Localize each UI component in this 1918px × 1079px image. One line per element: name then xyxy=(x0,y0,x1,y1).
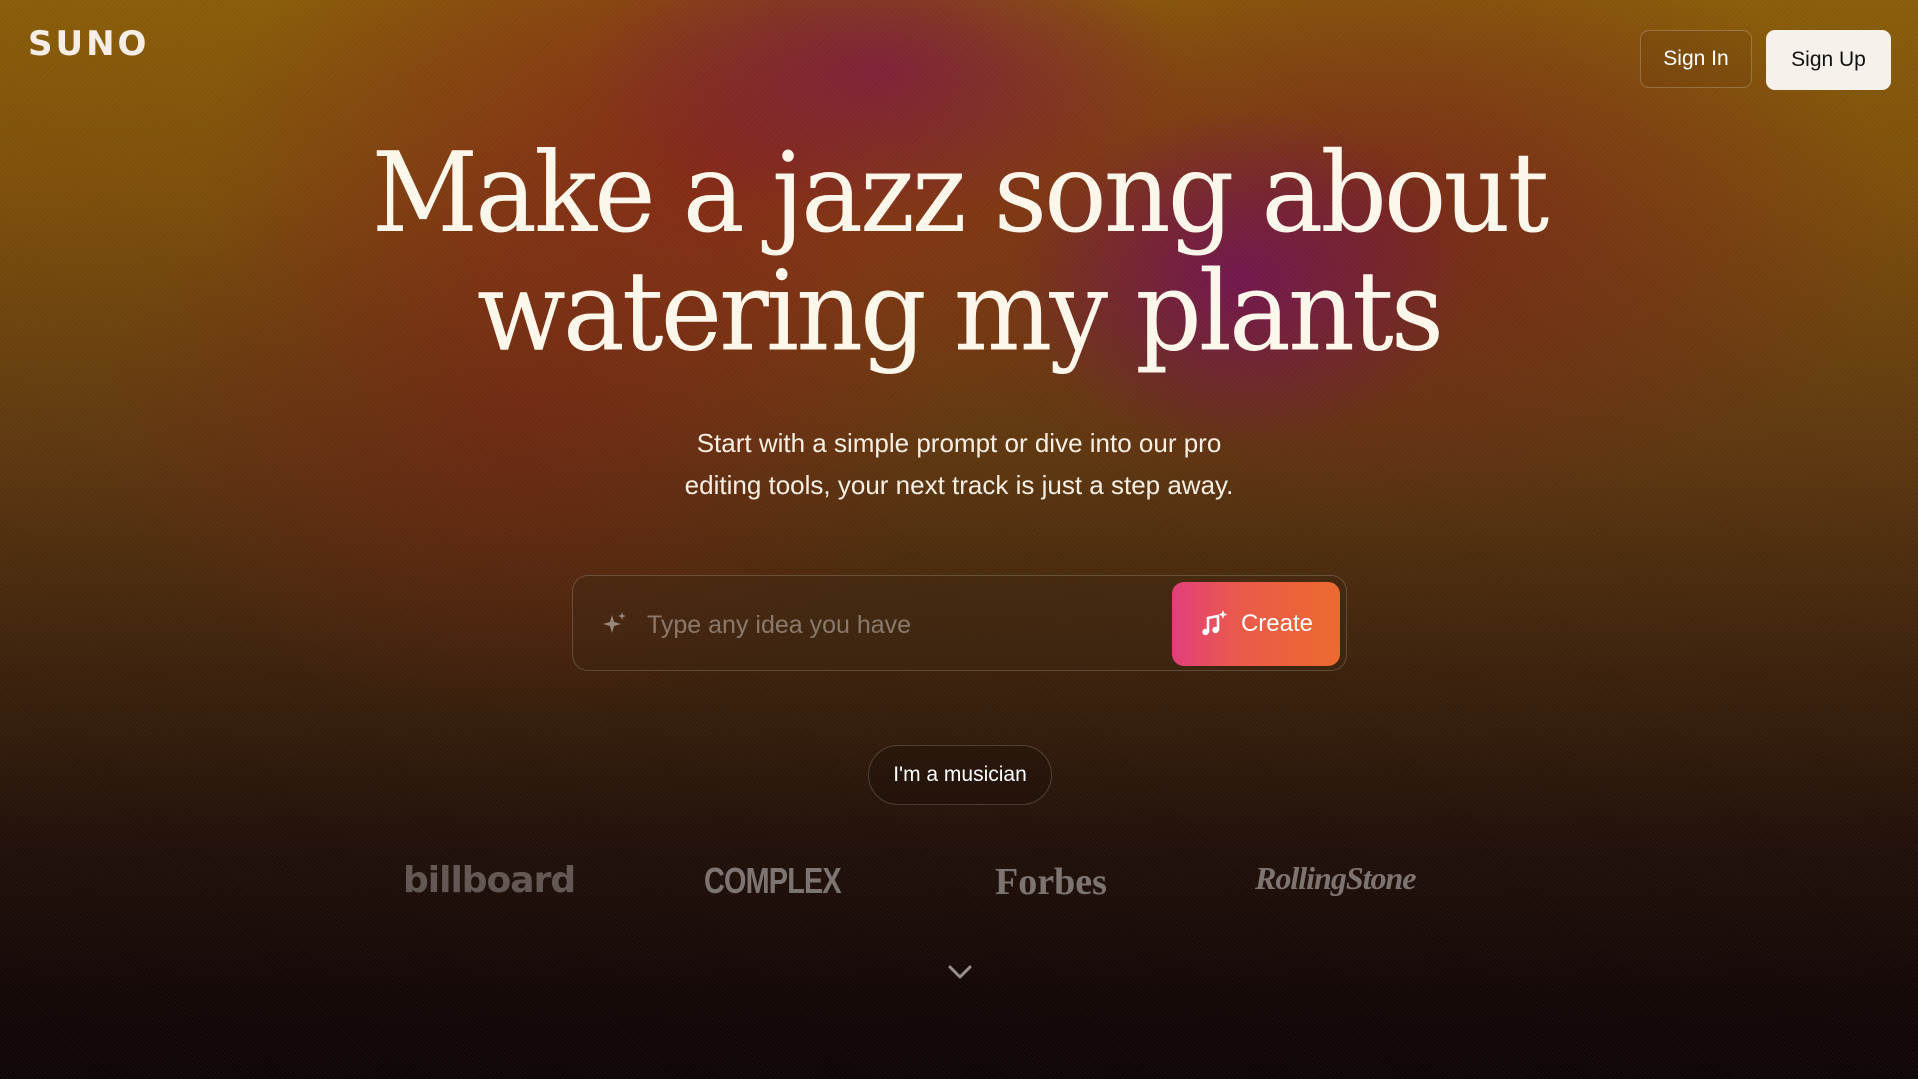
chevron-down-icon[interactable] xyxy=(946,960,974,984)
forbes-logo: Forbes xyxy=(995,861,1107,903)
billboard-logo: billboard xyxy=(403,860,576,901)
rolling-stone-logo: RollingStone xyxy=(1255,860,1416,896)
sign-up-button[interactable]: Sign Up xyxy=(1766,30,1891,90)
hero-subtitle-line-1: Start with a simple prompt or dive into … xyxy=(696,428,1222,458)
sign-in-button[interactable]: Sign In xyxy=(1640,30,1752,88)
music-note-sparkle-icon xyxy=(1202,610,1228,636)
create-button[interactable]: Create xyxy=(1172,582,1340,666)
create-button-label: Create xyxy=(1240,610,1314,637)
hero-title-line-1: Make a jazz song about xyxy=(371,127,1550,258)
hero-title-line-2: watering my plants xyxy=(476,246,1444,377)
hero-title: Make a jazz song about watering my plant… xyxy=(0,133,1918,370)
musician-button[interactable]: I'm a musician xyxy=(868,745,1052,805)
complex-logo: COMPLEX xyxy=(704,860,842,901)
press-logos: billboard COMPLEX Forbes RollingStone xyxy=(0,860,1918,912)
prompt-input[interactable] xyxy=(645,598,1129,652)
prompt-box: Create xyxy=(572,575,1347,671)
sparkle-icon xyxy=(603,612,626,633)
top-nav: Sign In Sign Up xyxy=(1640,30,1891,90)
suno-logo[interactable]: SUNO xyxy=(28,24,149,64)
hero-subtitle-line-2: editing tools, your next track is just a… xyxy=(684,470,1234,500)
hero-subtitle: Start with a simple prompt or dive into … xyxy=(0,422,1918,506)
